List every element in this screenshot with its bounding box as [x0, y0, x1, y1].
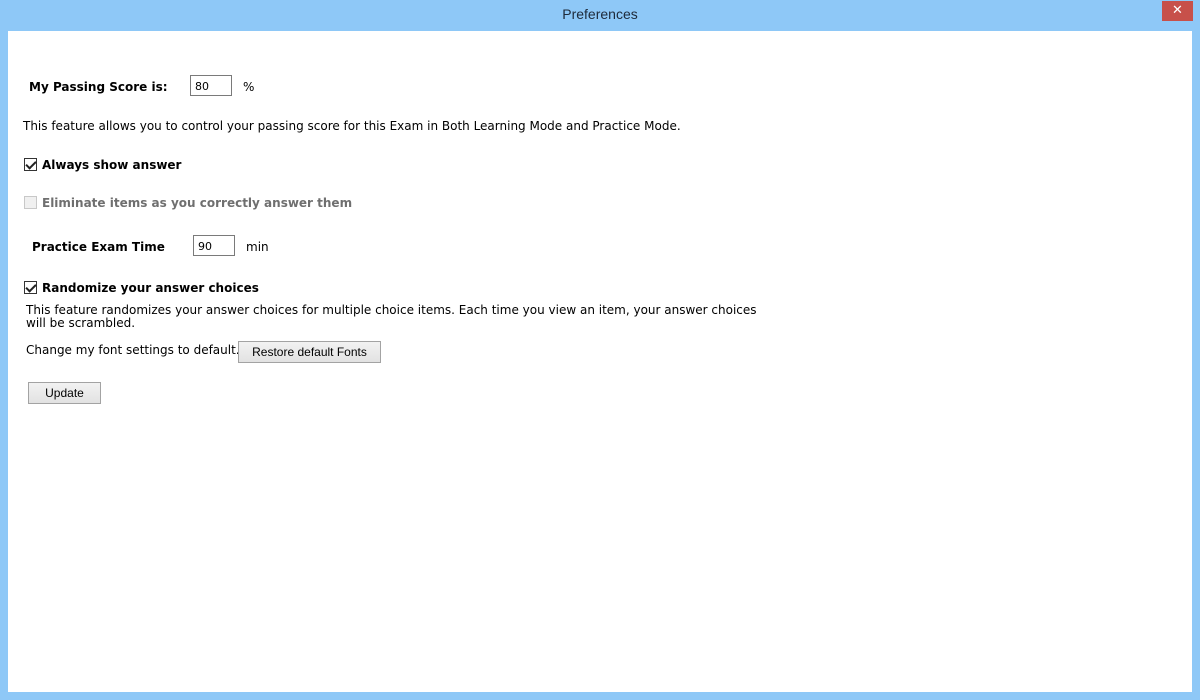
randomize-description-line2: will be scrambled. — [26, 316, 136, 330]
always-show-answer-label[interactable]: Always show answer — [42, 158, 181, 172]
eliminate-items-checkbox[interactable] — [24, 196, 37, 209]
close-button[interactable]: ✕ — [1162, 1, 1193, 21]
preferences-window: Preferences ✕ My Passing Score is: % Thi… — [0, 0, 1200, 700]
passing-score-unit: % — [243, 80, 255, 94]
randomize-description-line1: This feature randomizes your answer choi… — [26, 303, 757, 317]
always-show-answer-checkbox[interactable] — [24, 158, 37, 171]
restore-default-fonts-button[interactable]: Restore default Fonts — [238, 341, 381, 363]
font-settings-label: Change my font settings to default. — [26, 343, 240, 357]
practice-exam-time-unit: min — [246, 240, 269, 254]
passing-score-description: This feature allows you to control your … — [23, 119, 681, 133]
passing-score-input[interactable] — [190, 75, 232, 96]
update-button[interactable]: Update — [28, 382, 101, 404]
close-icon: ✕ — [1172, 3, 1183, 18]
practice-exam-time-label: Practice Exam Time — [32, 240, 165, 254]
eliminate-items-label: Eliminate items as you correctly answer … — [42, 196, 353, 210]
window-title: Preferences — [562, 6, 638, 22]
preferences-panel: My Passing Score is: % This feature allo… — [8, 31, 1192, 692]
randomize-label[interactable]: Randomize your answer choices — [42, 281, 259, 295]
randomize-checkbox[interactable] — [24, 281, 37, 294]
passing-score-label: My Passing Score is: — [29, 80, 168, 94]
title-bar[interactable]: Preferences ✕ — [0, 0, 1200, 31]
practice-exam-time-input[interactable] — [193, 235, 235, 256]
